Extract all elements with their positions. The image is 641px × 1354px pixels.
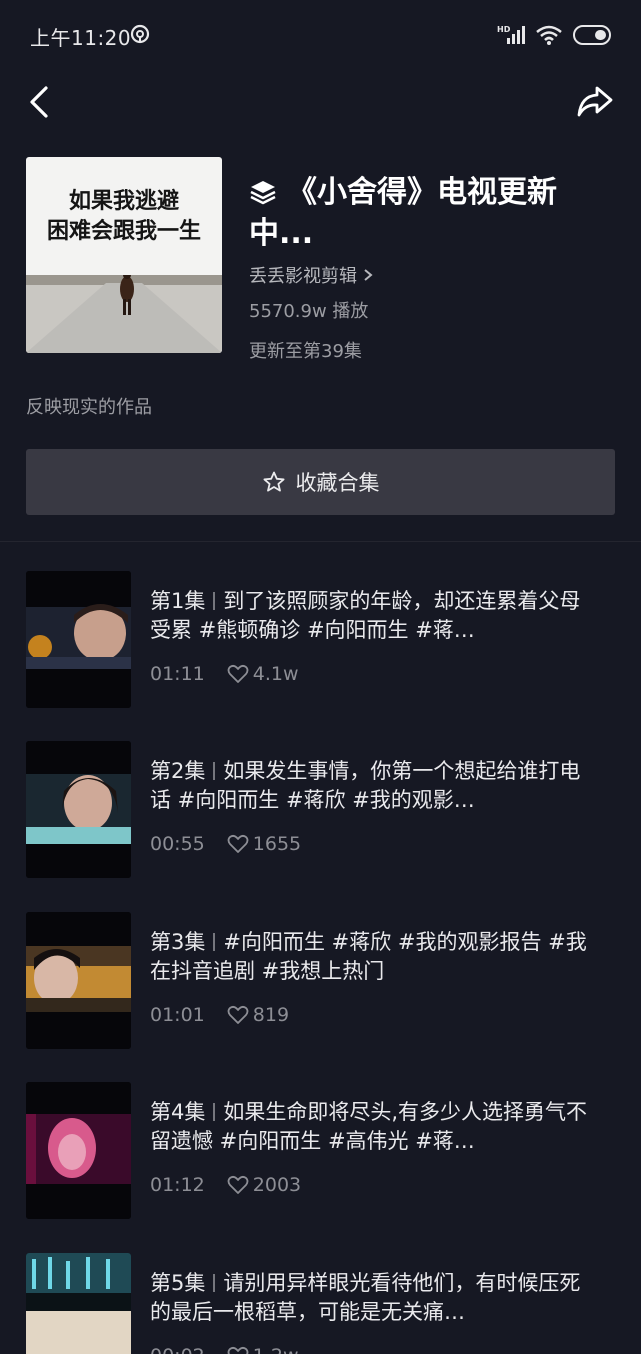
episode-number: 第3集: [150, 930, 206, 954]
episode-desc: #向阳而生 #蒋欣 #我的观影报告 #我在抖音追剧 #我想上热门: [150, 930, 587, 983]
episode-desc: 如果生命即将尽头,有多少人选择勇气不留遗憾 #向阳而生 #高伟光 #蒋…: [150, 1100, 588, 1153]
favorite-collection-button[interactable]: 收藏合集: [26, 449, 615, 515]
episode-like-count: 1.2w: [253, 1345, 299, 1354]
status-bar: 上午11:20 HD: [0, 0, 641, 70]
episode-item[interactable]: 第2集 如果发生事情，你第一个想起给谁打电话 #向阳而生 #蒋欣 #我的观影… 0…: [0, 741, 641, 881]
author-name: 丢丢影视剪辑: [249, 266, 357, 287]
episode-title: 第3集 #向阳而生 #蒋欣 #我的观影报告 #我在抖音追剧 #我想上热门: [150, 928, 590, 986]
episode-title: 第2集 如果发生事情，你第一个想起给谁打电话 #向阳而生 #蒋欣 #我的观影…: [150, 757, 590, 815]
episode-item[interactable]: 第1集 到了该照顾家的年龄，却还连累着父母受累 #熊顿确诊 #向阳而生 #蒋… 0…: [0, 571, 641, 711]
episode-number: 第1集: [150, 589, 206, 613]
collection-cover: 如果我逃避 困难会跟我一生: [26, 157, 222, 353]
episode-likes: 4.1w: [227, 663, 299, 685]
share-icon[interactable]: [575, 82, 615, 122]
back-icon[interactable]: [24, 82, 58, 122]
episode-title: 第1集 到了该照顾家的年龄，却还连累着父母受累 #熊顿确诊 #向阳而生 #蒋…: [150, 587, 590, 645]
episode-thumbnail-image: [26, 912, 131, 1049]
episode-thumbnail: [26, 1253, 131, 1354]
hotspot-icon: [130, 24, 150, 44]
status-time: 上午11:20: [30, 26, 132, 50]
episode-thumbnail-image: [26, 741, 131, 878]
episode-likes: 1655: [227, 833, 301, 855]
collection-title: 《小舍得》电视更新中...: [249, 175, 557, 251]
episode-thumbnail: [26, 741, 131, 878]
episode-likes: 1.2w: [227, 1345, 299, 1354]
episode-item[interactable]: 第5集请别用异样眼光看待他们，有时候压死的最后一根稻草，可能是无关痛… 00:0…: [0, 1253, 641, 1354]
heart-icon: [227, 1346, 249, 1354]
episode-number: 第2集: [150, 759, 206, 783]
play-count: 5570.9w 播放: [249, 301, 369, 322]
cover-caption-line1: 如果我逃避: [68, 189, 179, 214]
battery-icon: [573, 25, 611, 45]
episode-number: 第5集: [150, 1271, 206, 1295]
episode-duration: 01:01: [150, 1004, 205, 1026]
episode-thumbnail-image: [26, 1082, 131, 1219]
cover-road-image: [26, 275, 222, 353]
star-icon: [263, 471, 284, 492]
episode-thumbnail-image: [26, 1253, 131, 1354]
collection-layers-icon: [250, 181, 276, 205]
episode-thumbnail: [26, 571, 131, 708]
episode-meta: 00:55 1655: [150, 833, 301, 855]
heart-icon: [227, 1175, 249, 1194]
heart-icon: [227, 1005, 249, 1024]
favorite-label: 收藏合集: [295, 471, 380, 495]
author-link[interactable]: 丢丢影视剪辑: [249, 262, 373, 288]
collection-page: 上午11:20 HD 如果我逃避 困难会跟我一生 《小舍得》电视更新中... 丢…: [0, 0, 641, 1354]
episode-number: 第4集: [150, 1100, 206, 1124]
collection-description: 反映现实的作品: [26, 397, 152, 418]
episode-meta: 00:02 1.2w: [150, 1345, 299, 1354]
episode-like-count: 819: [252, 1004, 290, 1026]
wifi-icon: [536, 25, 562, 45]
episode-thumbnail: [26, 912, 131, 1049]
episode-item[interactable]: 第3集 #向阳而生 #蒋欣 #我的观影报告 #我在抖音追剧 #我想上热门 01:0…: [0, 912, 641, 1052]
episode-likes: 2003: [227, 1174, 301, 1196]
heart-icon: [227, 664, 249, 683]
chevron-right-icon: [364, 269, 373, 281]
episode-title: 第4集 如果生命即将尽头,有多少人选择勇气不留遗憾 #向阳而生 #高伟光 #蒋…: [150, 1098, 590, 1156]
update-status: 更新至第39集: [249, 341, 362, 362]
episode-like-count: 4.1w: [252, 663, 299, 685]
status-icons: HD: [497, 22, 613, 48]
episode-meta: 01:11 4.1w: [150, 663, 299, 685]
episode-likes: 819: [227, 1004, 289, 1026]
cover-caption: 如果我逃避 困难会跟我一生: [26, 187, 222, 247]
title-block: 《小舍得》电视更新中...: [249, 172, 609, 254]
signal-icon: HD: [497, 25, 525, 44]
episode-like-count: 1655: [252, 833, 302, 855]
episode-title: 第5集 请别用异样眼光看待他们，有时候压死的最后一根稻草，可能是无关痛…: [150, 1269, 590, 1327]
episode-duration: 01:12: [150, 1174, 205, 1196]
episode-thumbnail: [26, 1082, 131, 1219]
divider: [0, 541, 641, 542]
episode-duration: 00:02: [150, 1345, 205, 1354]
episode-duration: 00:55: [150, 833, 205, 855]
episode-like-count: 2003: [252, 1174, 302, 1196]
episode-duration: 01:11: [150, 663, 205, 685]
episode-item[interactable]: 第4集 如果生命即将尽头,有多少人选择勇气不留遗憾 #向阳而生 #高伟光 #蒋… …: [0, 1082, 641, 1222]
cover-caption-line2: 困难会跟我一生: [46, 219, 201, 244]
episode-meta: 01:12 2003: [150, 1174, 301, 1196]
heart-icon: [227, 834, 249, 853]
episode-meta: 01:01 819: [150, 1004, 289, 1026]
network-type-label: HD: [497, 25, 511, 34]
episode-thumbnail-image: [26, 571, 131, 708]
